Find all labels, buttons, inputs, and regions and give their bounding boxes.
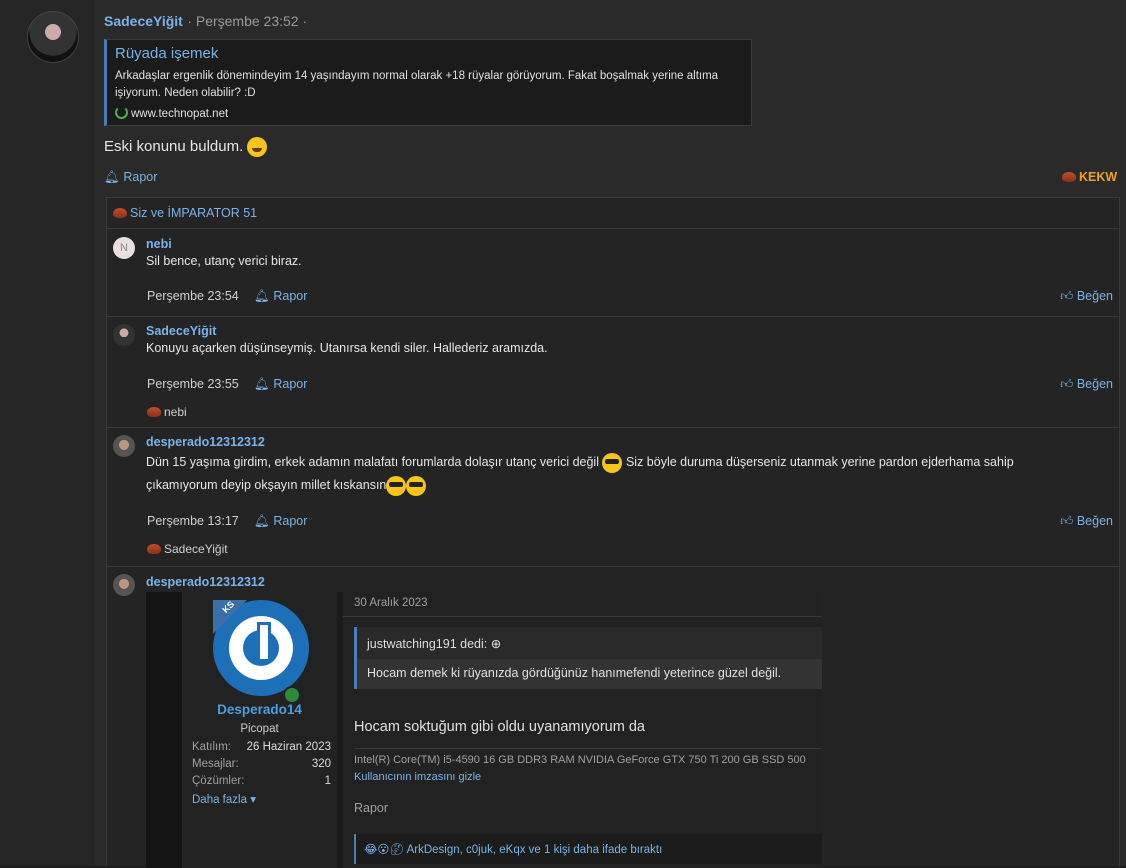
embed-quote-text: Hocam demek ki rüyanızda gördüğünüz hanı…	[367, 666, 782, 680]
stat-label: Çözümler:	[192, 775, 245, 787]
report-label: Rapor	[123, 170, 158, 184]
avatar[interactable]	[113, 324, 135, 346]
report-label: Rapor	[273, 377, 308, 391]
embed-user-card: KS Desperado14 Picopat Katılım: 26 Hazir…	[182, 592, 337, 868]
like-label: Beğen	[1076, 514, 1113, 528]
comment-author[interactable]: nebi	[146, 237, 172, 251]
avatar[interactable]	[113, 435, 135, 457]
sunglasses-emoji-icon	[406, 475, 427, 496]
comment-author[interactable]: SadeceYiğit	[146, 324, 216, 338]
link-preview-url[interactable]: www.technopat.net	[131, 108, 228, 120]
embed-post: 30 Aralık 2023 justwatching191 dedi: ⊕ H…	[343, 592, 822, 868]
stat-value: 320	[311, 758, 331, 770]
comment-text: Sil bence, utanç verici biraz.	[146, 254, 302, 268]
embed-date: 30 Aralık 2023	[354, 597, 428, 609]
embed-message: Hocam soktuğum gibi oldu uyanamıyorum da	[354, 719, 645, 735]
left-gutter	[0, 0, 95, 866]
site-icon	[115, 106, 128, 119]
link-preview-title[interactable]: Rüyada işemek	[115, 45, 218, 62]
kekw-icon	[1062, 172, 1076, 182]
reactions-list: nebi	[164, 405, 187, 419]
post-body: Eski konunu buldum.	[104, 137, 268, 157]
like-button[interactable]: 👍︎ Beğen	[1060, 289, 1113, 304]
comment-text-part: Dün 15 yaşıma girdim, erkek adamın malaf…	[146, 455, 599, 469]
more-link: Daha fazla ▾	[192, 794, 256, 806]
bell-icon: 🔔︎	[254, 377, 270, 391]
reaction-label: KEKW	[1079, 170, 1118, 184]
kekw-icon	[147, 544, 161, 554]
embed-report: Rapor	[354, 801, 389, 815]
post-time[interactable]: · Perşembe 23:52 ·	[187, 13, 307, 29]
post-text: Eski konunu buldum.	[104, 137, 244, 155]
comment-reactions[interactable]: nebi	[147, 405, 187, 419]
comment-time[interactable]: Perşembe 13:17	[147, 514, 239, 528]
avatar[interactable]	[113, 574, 135, 596]
embedded-image[interactable]: KS Desperado14 Picopat Katılım: 26 Hazir…	[146, 592, 822, 868]
embed-quote-author: justwatching191 dedi: ⊕	[367, 637, 502, 651]
report-label: Rapor	[273, 289, 308, 303]
embed-reactions: 😂︎😮︎🤔︎ ArkDesign, c0juk, eKqx ve 1 kişi …	[354, 834, 822, 864]
laughing-emoji-icon: 😂︎😮︎🤔︎	[364, 844, 405, 856]
like-button[interactable]: 👍︎ Beğen	[1060, 514, 1113, 529]
report-link[interactable]: 🔔︎ Rapor	[254, 377, 307, 392]
report-link[interactable]: 🔔︎ Rapor	[254, 289, 307, 304]
like-label: Beğen	[1076, 377, 1113, 391]
user-avatar-logo: KS	[213, 599, 309, 704]
grin-emoji-icon	[247, 137, 268, 157]
link-preview[interactable]: Rüyada işemek Arkadaşlar ergenlik dönemi…	[104, 39, 752, 126]
comment-text-part: Siz böyle duruma düşerseniz utanmak yeri…	[625, 455, 1014, 469]
stat-value: 1	[324, 775, 331, 787]
thumbs-up-icon: 👍︎	[1060, 514, 1074, 528]
sunglasses-emoji-icon	[602, 452, 623, 473]
comment-time[interactable]: Perşembe 23:54	[147, 289, 239, 303]
like-button[interactable]: 👍︎ Beğen	[1060, 377, 1113, 392]
report-link[interactable]: 🔔︎ Rapor	[104, 170, 157, 185]
link-preview-source[interactable]: www.technopat.net	[115, 106, 228, 120]
comment: SadeceYiğit Konuyu açarken düşünseymiş. …	[107, 317, 1119, 428]
bell-icon: 🔔︎	[104, 170, 120, 184]
sunglasses-emoji-icon	[386, 475, 407, 496]
kekw-icon	[147, 407, 161, 417]
embed-user-title: Picopat	[240, 723, 279, 735]
reactions-list: SadeceYiğit	[164, 542, 228, 556]
kekw-icon	[113, 208, 127, 218]
embed-username: Desperado14	[217, 702, 302, 717]
comment-text-part: çıkamıyorum deyip okşayın millet kıskans…	[146, 478, 387, 492]
post-author-avatar[interactable]	[27, 11, 79, 63]
reactions-list[interactable]: Siz ve İMPARATOR 51	[130, 206, 257, 220]
comments-section: Siz ve İMPARATOR 51 N nebi Sil bence, ut…	[106, 197, 1120, 868]
comment: desperado12312312 Dün 15 yaşıma girdim, …	[107, 428, 1119, 567]
embed-signature: Intel(R) Core(TM) i5-4590 16 GB DDR3 RAM…	[354, 754, 806, 766]
reaction-button[interactable]: KEKW	[1062, 170, 1117, 184]
chevron-down-icon: ▾	[250, 794, 256, 806]
report-link[interactable]: 🔔︎ Rapor	[254, 514, 307, 529]
stat-value: 26 Haziran 2023	[246, 741, 331, 753]
stat-label: Mesajlar:	[192, 758, 239, 770]
thumbs-up-icon: 👍︎	[1060, 289, 1074, 303]
like-label: Beğen	[1076, 289, 1113, 303]
power-icon	[229, 616, 293, 680]
avatar[interactable]: N	[113, 237, 135, 259]
comment-text: Konuyu açarken düşünseymiş. Utanırsa ken…	[146, 341, 548, 355]
comment-author[interactable]: desperado12312312	[146, 575, 265, 589]
comment: N nebi Sil bence, utanç verici biraz. Pe…	[107, 228, 1119, 317]
comment-reactions[interactable]: SadeceYiğit	[147, 542, 228, 556]
report-label: Rapor	[273, 514, 308, 528]
hide-signature-link: Kullanıcının imzasını gizle	[354, 771, 482, 783]
comment-author[interactable]: desperado12312312	[146, 435, 265, 449]
comment-time[interactable]: Perşembe 23:55	[147, 377, 239, 391]
reactions-bar[interactable]: Siz ve İMPARATOR 51	[107, 198, 1119, 229]
thumbs-up-icon: 👍︎	[1060, 377, 1074, 391]
embed-quote: justwatching191 dedi: ⊕ Hocam demek ki r…	[354, 627, 822, 689]
stat-label: Katılım:	[192, 741, 231, 753]
post-author-name[interactable]: SadeceYiğit	[104, 13, 183, 29]
comment-text: Dün 15 yaşıma girdim, erkek adamın malaf…	[146, 451, 1086, 497]
post-header: SadeceYiğit · Perşembe 23:52 ·	[104, 13, 307, 31]
embed-gutter	[146, 592, 182, 868]
bell-icon: 🔔︎	[254, 289, 270, 303]
arrow-up-circle-icon: ⊕	[490, 637, 502, 651]
link-preview-body: Arkadaşlar ergenlik dönemindeyim 14 yaşı…	[115, 70, 719, 99]
bell-icon: 🔔︎	[254, 514, 270, 528]
